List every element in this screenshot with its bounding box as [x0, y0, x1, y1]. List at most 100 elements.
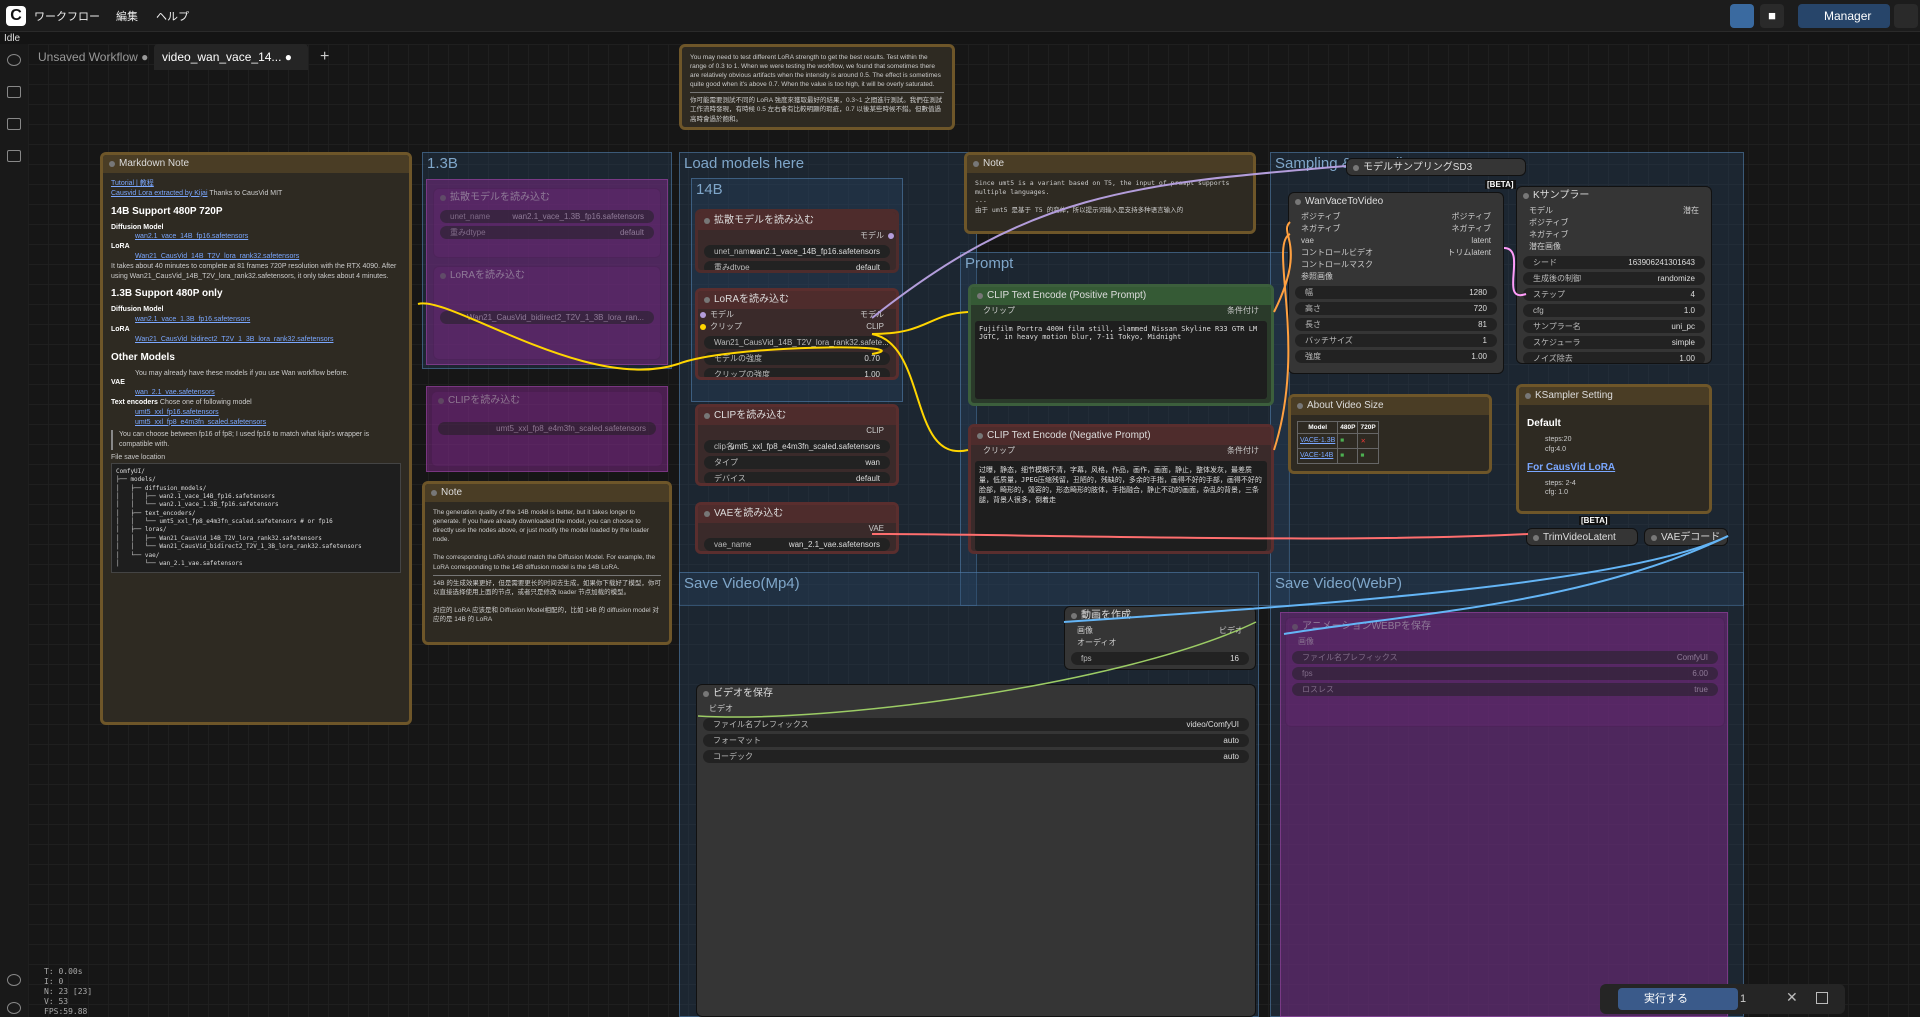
widget-device[interactable]: デバイス default	[704, 472, 890, 483]
node-clip-1-3b[interactable]: CLIPを読み込む umt5_xxl_fp8_e4m3fn_scaled.saf…	[431, 391, 663, 467]
link-vace-13b[interactable]: VACE-1.3B	[1300, 437, 1335, 444]
tab-video-wan-vace[interactable]: video_wan_vace_14... ●	[154, 44, 308, 70]
input-positive[interactable]: ポジティブ	[1517, 217, 1711, 229]
widget-fps[interactable]: fps 6.00	[1292, 667, 1718, 680]
theme-icon[interactable]	[7, 974, 21, 986]
widget-lora-name[interactable]: Wan21_CausVid_bidirect2_T2V_1_3B_lora_ra…	[440, 311, 654, 324]
link-lora13[interactable]: Wan21_CausVid_bidirect2_T2V_1_3B_lora_ra…	[111, 335, 401, 345]
node-vae-decode[interactable]: VAEデコード	[1644, 528, 1728, 546]
io-clip[interactable]: クリップ 条件付け	[971, 445, 1271, 457]
widget-unet-name[interactable]: unet_name wan2.1_vace_14B_fp16.safetensor…	[704, 245, 890, 258]
input-reference-image[interactable]: 参照画像	[1289, 271, 1503, 283]
node-note-prompt[interactable]: Note Since umt5 is a variant based on T5…	[964, 152, 1256, 234]
io-model[interactable]: モデル 潜在	[1517, 205, 1711, 217]
widget-scheduler[interactable]: スケジューラ simple	[1523, 336, 1705, 349]
tutorial-link[interactable]: Tutorial | 教程	[111, 179, 401, 189]
menu-help[interactable]: ヘルプ	[156, 8, 189, 24]
widget-filename-prefix[interactable]: ファイル名プレフィックス video/ComfyUI	[703, 718, 1249, 731]
node-note-1-3b[interactable]: Note The generation quality of the 14B m…	[422, 481, 672, 645]
widget-type[interactable]: タイプ wan	[704, 456, 890, 469]
history-icon[interactable]	[7, 54, 21, 66]
link-lora14[interactable]: Wan21_CausVid_14B_T2V_lora_rank32.safete…	[111, 252, 401, 262]
widget-dtype[interactable]: 重みdtype default	[440, 226, 654, 239]
node-lora-1-3b[interactable]: LoRAを読み込む Wan21_CausVid_bidirect2_T2V_1_…	[433, 266, 661, 360]
widget-denoise[interactable]: ノイズ除去 1.00	[1523, 352, 1705, 363]
io-control-video[interactable]: コントロールビデオ トリムlatent	[1289, 247, 1503, 259]
input-video[interactable]: ビデオ	[697, 703, 1255, 715]
node-ksampler[interactable]: Kサンプラー モデル 潜在 ポジティブ ネガティブ 潜在画像 シード 1639062…	[1516, 186, 1712, 364]
link-te2[interactable]: umt5_xxl_fp8_e4m3fn_scaled.safetensors	[111, 418, 401, 428]
output-clip[interactable]: CLIP	[698, 425, 896, 437]
widget-lossless[interactable]: ロスレス true	[1292, 683, 1718, 696]
negative-prompt-text[interactable]: 过曝，静态，细节模糊不清，字幕，风格，作品，画作，画面，静止，整体发灰，最差质量…	[975, 461, 1267, 551]
io-negative[interactable]: ネガティブ ネガティブ	[1289, 223, 1503, 235]
node-markdown-note[interactable]: Markdown Note Tutorial | 教程 Causvid Lora…	[100, 152, 412, 725]
maximize-icon[interactable]	[1816, 992, 1828, 1004]
link-dm14[interactable]: wan2.1_vace_14B_fp16.safetensors	[111, 232, 401, 242]
tab-unsaved-workflow[interactable]: Unsaved Workflow ●	[30, 44, 158, 70]
input-dot[interactable]	[700, 324, 706, 330]
widget-width[interactable]: 幅 1280	[1295, 286, 1497, 299]
link-vace-14b[interactable]: VACE-14B	[1300, 452, 1333, 459]
menu-workflow[interactable]: ワークフロー	[34, 8, 100, 24]
widget-sampler[interactable]: サンプラー名 uni_pc	[1523, 320, 1705, 333]
input-image[interactable]: 画像	[1286, 636, 1724, 648]
io-positive[interactable]: ポジティブ ポジティブ	[1289, 211, 1503, 223]
comfy-logo[interactable]: C	[6, 6, 26, 26]
node-lora-14b[interactable]: LoRAを読み込む モデル モデル クリップ CLIP Wan21_CausVid_…	[695, 288, 899, 380]
input-dot[interactable]	[700, 312, 706, 318]
widget-strength[interactable]: 強度 1.00	[1295, 350, 1497, 363]
settings-gear-icon[interactable]	[7, 1002, 21, 1014]
input-audio[interactable]: オーディオ	[1065, 637, 1255, 649]
io-clip[interactable]: クリップ 条件付け	[971, 305, 1271, 317]
widget-strength-model[interactable]: モデルの強度 0.70	[704, 352, 890, 365]
menu-edit[interactable]: 編集	[116, 8, 138, 24]
node-save-video[interactable]: ビデオを保存 ビデオ ファイル名プレフィックス video/ComfyUI フォー…	[696, 684, 1256, 1017]
widget-steps[interactable]: ステップ 4	[1523, 288, 1705, 301]
widget-seed[interactable]: シード 163906241301643	[1523, 256, 1705, 269]
node-create-video[interactable]: 動画を作成 画像 ビデオ オーディオ fps 16	[1064, 606, 1256, 670]
batch-count-input[interactable]: 1	[1740, 988, 1770, 1010]
node-model-sampling-sd3[interactable]: モデルサンプリングSD3	[1346, 158, 1526, 176]
output-model[interactable]: モデル	[698, 230, 896, 242]
output-dot[interactable]	[888, 233, 894, 239]
widget-batch-size[interactable]: バッチサイズ 1	[1295, 334, 1497, 347]
widget-dtype[interactable]: 重みdtype default	[704, 261, 890, 270]
input-negative[interactable]: ネガティブ	[1517, 229, 1711, 241]
node-save-webp[interactable]: アニメーションWEBPを保存 画像 ファイル名プレフィックス ComfyUI fp…	[1285, 617, 1725, 727]
bookmark-icon[interactable]: ■	[1760, 4, 1784, 28]
widget-prefix[interactable]: ファイル名プレフィックス ComfyUI	[1292, 651, 1718, 664]
widget-height[interactable]: 高さ 720	[1295, 302, 1497, 315]
widget-format[interactable]: フォーマット auto	[703, 734, 1249, 747]
widget-lora-name[interactable]: Wan21_CausVid_14B_T2V_lora_rank32.safete…	[704, 336, 890, 349]
node-ksampler-setting[interactable]: KSampler Setting Default steps:20 cfg:4.…	[1516, 384, 1712, 514]
node-clip-loader[interactable]: CLIPを読み込む CLIP clip名 umt5_xxl_fp8_e4m3fn_…	[695, 404, 899, 486]
close-icon[interactable]: ✕	[1786, 989, 1798, 1006]
bypassed-save-webp[interactable]: アニメーションWEBPを保存 画像 ファイル名プレフィックス ComfyUI fp…	[1280, 612, 1728, 1017]
widget-fps[interactable]: fps 16	[1071, 652, 1249, 665]
node-positive-prompt[interactable]: CLIP Text Encode (Positive Prompt) クリップ 条…	[968, 284, 1274, 406]
widget-unet-name[interactable]: unet_name wan2.1_vace_1.3B_fp16.safetenso…	[440, 210, 654, 223]
causvid-link[interactable]: Causvid Lora extracted by Kijai	[111, 190, 208, 197]
heading-causvid[interactable]: For CausVid LoRA	[1527, 461, 1701, 475]
io-model[interactable]: モデル モデル	[698, 309, 896, 321]
node-wan-vace-to-video[interactable]: WanVaceToVideo ポジティブ ポジティブ ネガティブ ネガティブ vae…	[1288, 192, 1504, 374]
input-latent[interactable]: 潜在画像	[1517, 241, 1711, 253]
user-icon[interactable]	[1894, 4, 1918, 28]
io-vae[interactable]: vae latent	[1289, 235, 1503, 247]
link-dm13[interactable]: wan2.1_vace_1.3B_fp16.safetensors	[111, 315, 401, 325]
model-library-icon[interactable]	[7, 118, 21, 130]
io-image[interactable]: 画像 ビデオ	[1065, 625, 1255, 637]
widget-codec[interactable]: コーデック auto	[703, 750, 1249, 763]
widget-clip-name[interactable]: umt5_xxl_fp8_e4m3fn_scaled.safetensors	[438, 422, 656, 435]
manager-button[interactable]: Manager	[1798, 4, 1890, 28]
positive-prompt-text[interactable]: Fujifilm Portra 400H film still, slammed…	[975, 321, 1267, 399]
node-about-video-size[interactable]: About Video Size Model 480P 720P VACE-1.3B…	[1288, 394, 1492, 474]
node-unet-1-3b[interactable]: 拡散モデルを読み込む unet_name wan2.1_vace_1.3B_fp1…	[433, 188, 661, 258]
graph-canvas[interactable]: Unsaved Workflow ● video_wan_vace_14... …	[28, 44, 1920, 1017]
node-unet-14b[interactable]: 拡散モデルを読み込む モデル unet_name wan2.1_vace_14B_…	[695, 209, 899, 273]
widget-length[interactable]: 長さ 81	[1295, 318, 1497, 331]
node-top-note[interactable]: You may need to test different LoRA stre…	[679, 44, 955, 130]
queue-list-icon[interactable]	[7, 86, 21, 98]
bypassed-1-3b-nodes[interactable]: 拡散モデルを読み込む unet_name wan2.1_vace_1.3B_fp1…	[426, 179, 668, 365]
